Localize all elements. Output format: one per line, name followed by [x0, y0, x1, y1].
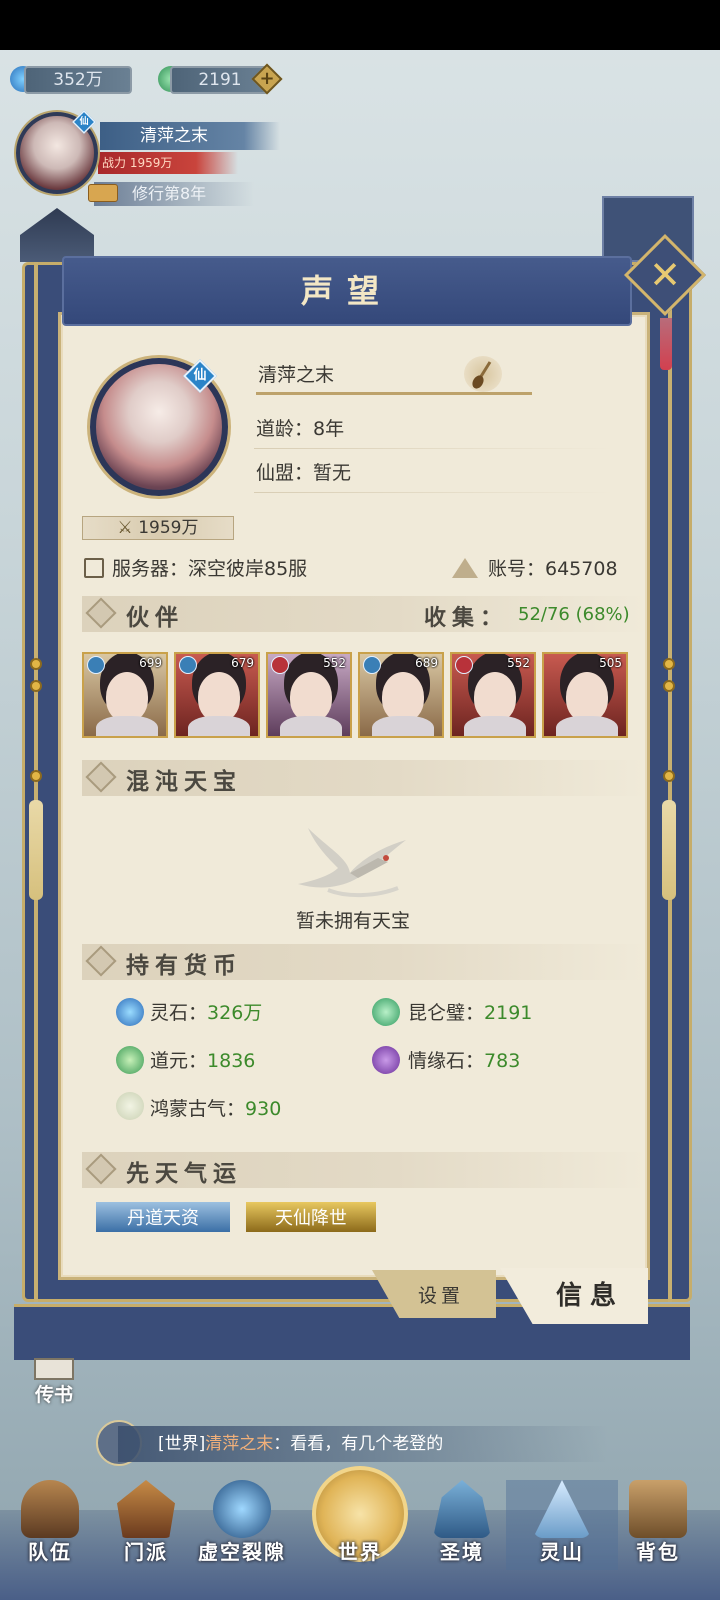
fortune-tag[interactable]: 天仙降世: [246, 1202, 376, 1232]
profile-name: 清萍之末: [258, 364, 335, 386]
server-icon: [84, 558, 104, 578]
currency-title: 持有货币: [126, 952, 242, 979]
close-tassel: [660, 318, 672, 370]
close-icon: ✕: [649, 253, 681, 297]
companion-level: 699: [139, 656, 162, 670]
left-rail: [34, 262, 38, 1302]
element-icon: [179, 656, 197, 674]
nav-world[interactable]: 世界: [304, 1480, 416, 1570]
server-info: 服务器：深空彼岸85服: [112, 558, 308, 580]
left-side-tab: [20, 208, 94, 262]
dao-essence-icon: [116, 1046, 144, 1074]
alliance: 仙盟：暂无: [256, 462, 352, 484]
currency-kunlun-jade: 昆仑璧：2191: [408, 1002, 533, 1024]
brush-icon: [472, 361, 492, 389]
holy-realm-icon: [433, 1480, 491, 1538]
player-name: 清萍之末: [100, 122, 280, 150]
right-rail: [668, 262, 672, 1302]
spirit-stone-icon: [116, 998, 144, 1026]
fortune-title: 先天气运: [126, 1160, 242, 1187]
companion-level: 552: [323, 656, 346, 670]
divider: [254, 448, 614, 449]
jade-icon: [372, 998, 400, 1026]
left-bead: [30, 770, 42, 782]
love-stone-icon: [372, 1046, 400, 1074]
right-bead: [663, 770, 675, 782]
currency-dao-essence: 道元：1836: [150, 1050, 256, 1072]
edit-name-button[interactable]: [464, 356, 502, 392]
backpack-icon: [629, 1480, 687, 1538]
companion-level: 552: [507, 656, 530, 670]
power-value: 1959万: [138, 518, 199, 538]
left-bead: [30, 680, 42, 692]
power-icon: ⚔: [117, 518, 139, 538]
team-icon: [21, 1480, 79, 1538]
right-bead: [663, 680, 675, 692]
letter-icon: [34, 1358, 74, 1380]
panel-title: 声望: [300, 272, 393, 310]
right-tassel: [662, 800, 676, 900]
element-icon: [363, 656, 381, 674]
scroll-icon: [88, 184, 118, 202]
panel-header: 声望: [62, 256, 632, 326]
sect-icon: [117, 1480, 175, 1538]
currency-love-stone: 情缘石：783: [408, 1050, 521, 1072]
chat-channel: [世界]: [158, 1434, 206, 1454]
void-rift-icon: [213, 1480, 271, 1538]
crane-icon: [298, 828, 406, 898]
companion-card[interactable]: 505: [542, 652, 628, 738]
element-icon: [455, 656, 473, 674]
chat-message: ：看看，有几个老登的: [273, 1434, 444, 1454]
companion-card[interactable]: 679: [174, 652, 260, 738]
nav-void-rift[interactable]: 虚空裂隙: [186, 1480, 298, 1570]
status-bar: [0, 0, 720, 50]
chat-sender: 清萍之末: [205, 1434, 274, 1454]
companion-card[interactable]: 552: [266, 652, 352, 738]
companion-level: 679: [231, 656, 254, 670]
companion-card[interactable]: 689: [358, 652, 444, 738]
companions-title: 伙伴: [126, 604, 184, 631]
dao-age: 道龄：8年: [256, 418, 345, 440]
currency-spirit-stone: 灵石：326万: [150, 1002, 263, 1024]
power-tag: ⚔ 1959万: [82, 516, 234, 540]
companion-card[interactable]: 699: [82, 652, 168, 738]
name-underline: [256, 392, 532, 395]
companion-level: 689: [415, 656, 438, 670]
element-icon: [87, 656, 105, 674]
collect-value: 52/76 (68%): [518, 604, 630, 625]
no-treasure-text: 暂未拥有天宝: [295, 910, 410, 932]
collect-label: 收集：: [424, 605, 509, 631]
mountain-icon: [533, 1480, 591, 1538]
account-info: 账号：645708: [488, 558, 618, 580]
treasure-title: 混沌天宝: [126, 768, 242, 795]
letter-button[interactable]: 传书: [24, 1358, 84, 1406]
divider: [254, 492, 614, 493]
letter-label: 传书: [34, 1384, 73, 1406]
nav-holy-realm[interactable]: 圣境: [406, 1480, 518, 1570]
nav-backpack[interactable]: 背包: [602, 1480, 714, 1570]
left-bead: [30, 658, 42, 670]
player-power: 战力 1959万: [98, 152, 238, 174]
companion-card[interactable]: 552: [450, 652, 536, 738]
cultivation-years: 修行第8年: [94, 182, 254, 206]
chat-bar[interactable]: [世界]清萍之末：看看，有几个老登的: [118, 1426, 608, 1462]
left-tassel: [29, 800, 43, 900]
spirit-stone-amount: 352万: [24, 66, 132, 94]
currency-primordial-qi: 鸿蒙古气：930: [150, 1098, 282, 1120]
fortune-tag[interactable]: 丹道天资: [96, 1202, 230, 1232]
right-bead: [663, 658, 675, 670]
companion-level: 505: [599, 656, 622, 670]
primordial-qi-icon: [116, 1092, 144, 1120]
element-icon: [271, 656, 289, 674]
